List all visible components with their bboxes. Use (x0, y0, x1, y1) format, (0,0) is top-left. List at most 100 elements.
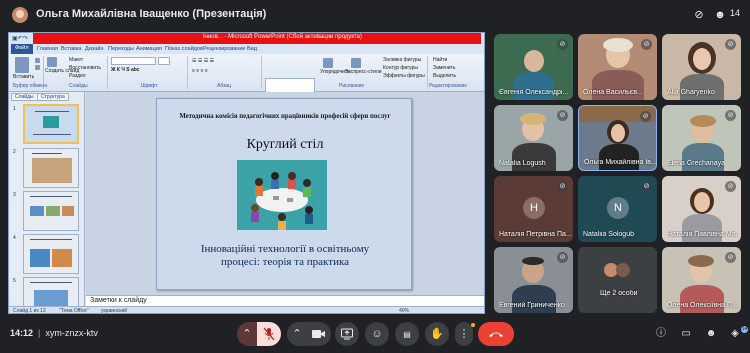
camera-toggle-button[interactable] (307, 322, 331, 346)
avatar-letter: N (607, 197, 629, 219)
shape-fill[interactable]: Заливка фигуры (383, 57, 421, 63)
status-theme: "Тема Office" (59, 308, 89, 314)
participant-tile[interactable]: ⊘ Евгений Гриниченко (494, 247, 573, 313)
present-button[interactable] (335, 322, 359, 346)
align-icons[interactable]: ≡ ≡ ≡ ≡ (192, 68, 208, 74)
video-options-button[interactable]: ⌃ (287, 322, 307, 346)
cut-icon[interactable] (35, 58, 40, 63)
paste-icon[interactable] (15, 57, 29, 73)
chevron-up-icon: ⌃ (292, 328, 302, 340)
participant-tile[interactable]: ⊘ Elena Grechanaya (662, 105, 741, 171)
paste-label: Вставить (13, 74, 35, 80)
chevron-up-icon: ⌃ (242, 328, 252, 340)
restore-label[interactable]: Восстановить (69, 65, 101, 71)
group-editing: Редактирование (429, 83, 468, 89)
menu-home[interactable]: Главная (37, 46, 58, 52)
mic-off-icon: ⊘ (725, 39, 736, 50)
new-slide-icon[interactable] (47, 57, 57, 67)
replace-button[interactable]: Заменить (433, 65, 455, 71)
layout-label[interactable]: Макет (69, 57, 83, 63)
participant-tile[interactable]: ⊘ Олена Васильєв... (578, 34, 657, 100)
raise-hand-icon: ✋ (430, 328, 444, 340)
menu-view[interactable]: Вид (247, 46, 257, 52)
slide-topic: Інноваційні технології в освітньому проц… (157, 243, 413, 269)
more-participants-tile[interactable]: Ще 2 особи (578, 247, 657, 313)
slide-thumb-4[interactable] (23, 234, 79, 274)
mic-off-icon: ⊘ (557, 252, 568, 263)
select-button[interactable]: Выделить (433, 73, 456, 79)
group-font: Шрифт (141, 83, 158, 89)
find-button[interactable]: Найти (433, 57, 447, 63)
slide-number: 2 (13, 149, 16, 155)
menu-design[interactable]: Дизайн (85, 46, 104, 52)
font-size-box[interactable] (158, 57, 170, 65)
section-label[interactable]: Раздел (69, 73, 86, 79)
presenter-name: Ольга Михайлівна Іващенко (Презентація) (36, 8, 267, 20)
menu-transitions[interactable]: Переходы (108, 46, 134, 52)
shape-effects[interactable]: Эффекты фигуры (383, 73, 425, 79)
info-icon[interactable]: ⓘ (654, 327, 668, 341)
participant-name: Natalia Logush (499, 160, 546, 167)
menu-insert[interactable]: Вставка (61, 46, 81, 52)
ppt-statusbar: Слайд 1 из 13 "Тема Office" украинский 4… (9, 306, 484, 314)
mic-off-icon: ⊘ (641, 39, 652, 50)
participant-tile[interactable]: ⊘ Євгенія Олександрі... (494, 34, 573, 100)
clock-time: 14:12 (10, 328, 34, 338)
slide-thumb-2[interactable] (23, 148, 79, 188)
activities-icon[interactable]: ◈ (728, 327, 742, 341)
top-bar: Ольга Михайлівна Іващенко (Презентація) … (0, 0, 750, 30)
participant-tile[interactable]: ⊘ Alla Gharyenko (662, 34, 741, 100)
menu-slideshow[interactable]: Показ слайдов (165, 46, 203, 52)
shared-screen-powerpoint: ▣↶↷ Іннов... - Microsoft PowerPoint (Сбо… (8, 32, 485, 314)
participants-icon[interactable]: ☻ (711, 6, 729, 24)
participant-name: Евгений Гриниченко (499, 302, 565, 309)
slide-number: 3 (13, 192, 16, 198)
mic-toggle-button[interactable] (257, 322, 281, 346)
tab-slides[interactable]: Слайды (11, 93, 38, 101)
current-slide[interactable]: Методична комісія педагогічних працівник… (156, 98, 412, 290)
menu-review[interactable]: Рецензирование (203, 46, 245, 52)
slides-panel: Слайды Структура 1 2 3 4 5 (9, 92, 85, 313)
emoji-button[interactable]: ☺ (365, 322, 389, 346)
paragraph-icons[interactable]: ☰ ☰ ☰ ☰ (192, 58, 214, 64)
status-zoom[interactable]: 40% (399, 308, 409, 313)
ppt-window-title: Іннов... - Microsoft PowerPoint (Сбой ак… (203, 34, 363, 40)
pin-off-icon[interactable]: ⊘ (690, 6, 708, 24)
menu-animation[interactable]: Анимация (136, 46, 162, 52)
people-icon[interactable]: ☻ (704, 327, 718, 341)
shape-outline[interactable]: Контур фигуры (383, 65, 418, 71)
font-name-box[interactable] (111, 57, 156, 65)
status-slide-count: Слайд 1 из 13 (13, 308, 46, 314)
chat-icon[interactable]: ▭ (679, 327, 693, 341)
participant-tile[interactable]: ⊘ Natalia Logush (494, 105, 573, 171)
raise-hand-button[interactable]: ✋ (425, 322, 449, 346)
participant-tile[interactable]: Н ⊘ Наталія Петрівна Па... (494, 176, 573, 242)
participant-tile[interactable]: ⊘ Наталія Павлівна Мо... (662, 176, 741, 242)
participant-tile-active[interactable]: ⊘ Ольга Михайлівна Ів... (578, 105, 657, 171)
menu-file[interactable]: Файл (11, 44, 33, 54)
font-format-icons[interactable]: Ж К Ч S abc (111, 67, 140, 73)
group-clipboard: Буфер обмена (13, 83, 47, 89)
tab-outline[interactable]: Структура (37, 93, 69, 101)
copy-icon[interactable] (35, 65, 40, 70)
captions-button[interactable]: ▤ (395, 322, 419, 346)
slide-topic-line1: Інноваційні технології в освітньому (200, 243, 370, 255)
emoji-icon: ☺ (371, 328, 383, 340)
audio-options-button[interactable]: ⌃ (237, 322, 257, 346)
participant-name: Олена Олексіївна П... (667, 302, 738, 309)
quick-styles-icon[interactable] (351, 58, 361, 68)
avatar (616, 263, 630, 277)
mic-off-icon: ⊘ (557, 181, 568, 192)
notes-pane[interactable]: Заметки к слайду (86, 295, 484, 306)
end-call-button[interactable] (478, 322, 514, 346)
mic-off-icon (263, 327, 275, 341)
slide-thumb-1[interactable] (23, 104, 79, 144)
captions-icon: ▤ (403, 330, 411, 339)
slide-thumb-3[interactable] (23, 191, 79, 231)
participant-tile[interactable]: ⊘ Олена Олексіївна П... (662, 247, 741, 313)
participant-tile[interactable]: N ⊘ Nataliia Sologub (578, 176, 657, 242)
participant-name: Elena Grechanaya (667, 160, 725, 167)
group-drawing: Рисование (339, 83, 365, 89)
quick-styles-label[interactable]: Экспресс-стили (345, 69, 382, 75)
arrange-icon[interactable] (323, 58, 333, 68)
